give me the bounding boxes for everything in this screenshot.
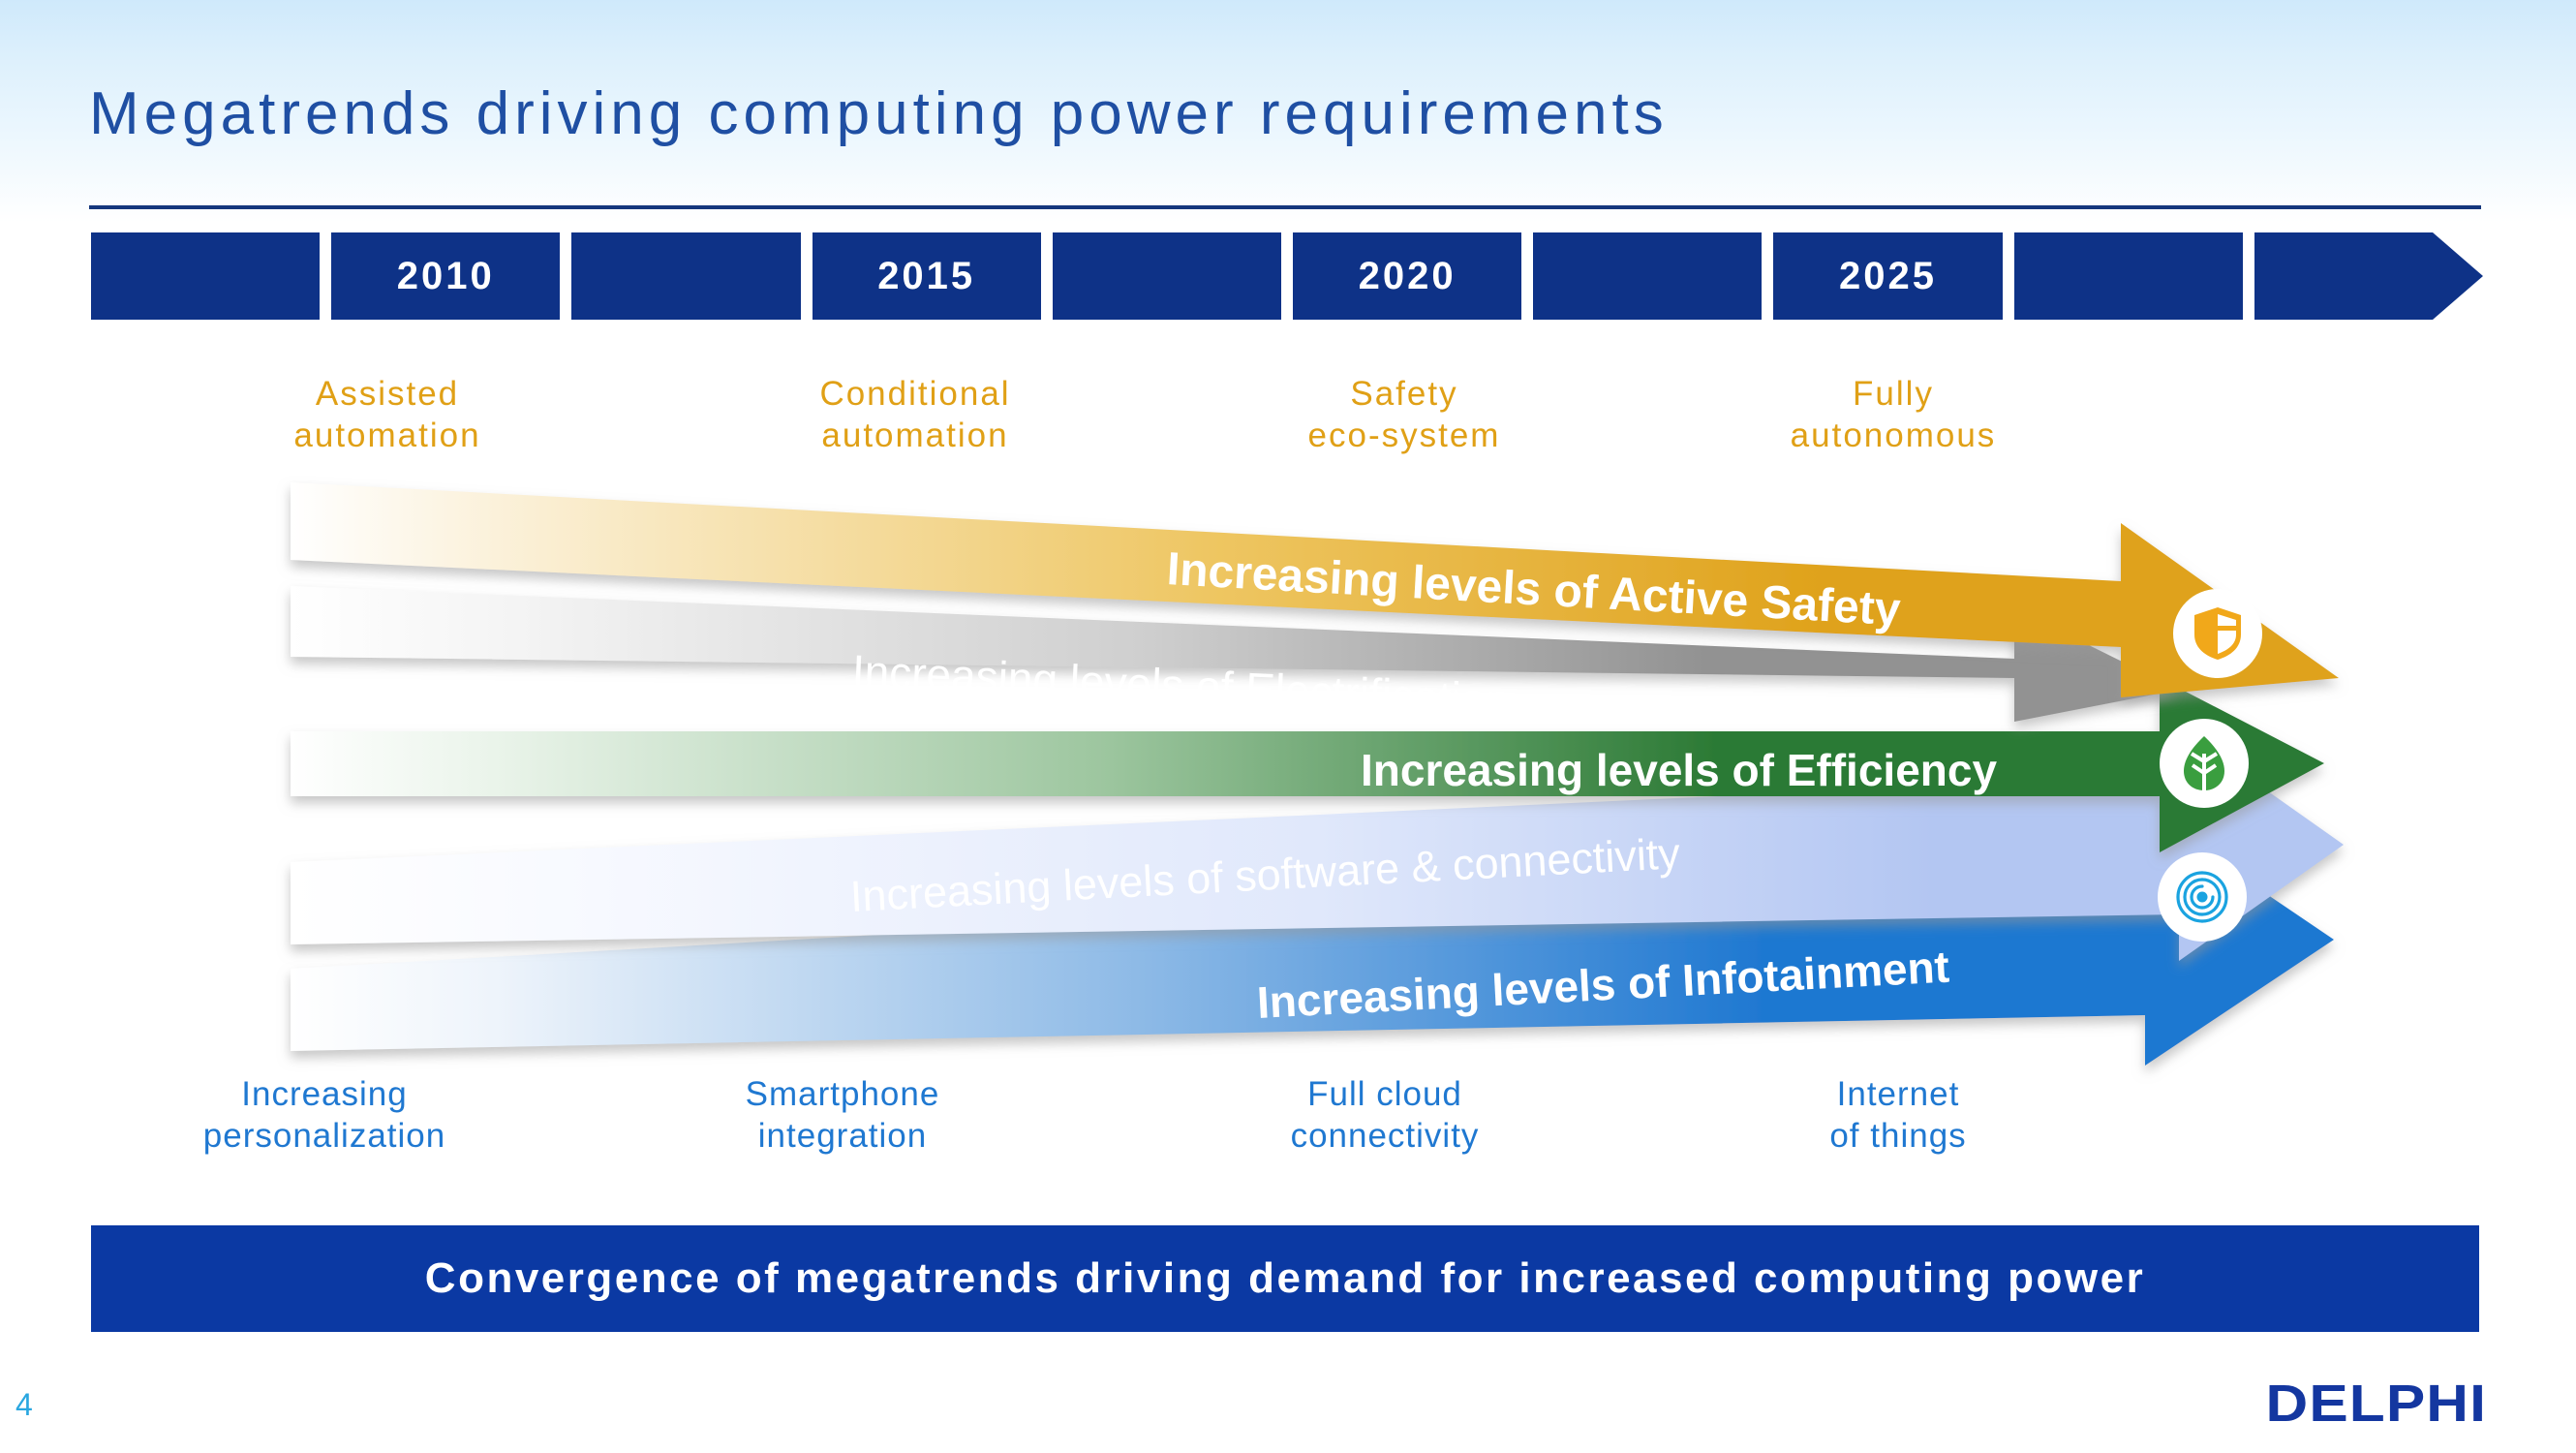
top-label-line2: automation bbox=[821, 417, 1009, 454]
band-software-connectivity bbox=[291, 728, 2344, 961]
band-label-electrification: Increasing levels of Electrification bbox=[850, 645, 1512, 726]
bottom-label-3: Internet of things bbox=[1738, 1073, 2058, 1157]
bottom-label-line1: Increasing bbox=[241, 1075, 408, 1113]
top-label-line1: Fully bbox=[1853, 375, 1934, 413]
timeline-segment-6 bbox=[1533, 232, 1763, 320]
bottom-label-line1: Smartphone bbox=[745, 1075, 940, 1113]
top-label-line2: autonomous bbox=[1790, 417, 1997, 454]
top-label-line1: Safety bbox=[1350, 375, 1458, 413]
summary-banner-text: Convergence of megatrends driving demand… bbox=[424, 1254, 2146, 1302]
timeline-year-label: 2010 bbox=[396, 254, 495, 297]
bottom-label-line1: Internet bbox=[1836, 1075, 1960, 1113]
leaf-icon-wrap bbox=[2160, 719, 2249, 808]
connectivity-icon bbox=[2158, 852, 2247, 942]
timeline-segment-7: 2025 bbox=[1773, 232, 2003, 320]
timeline-segment-2 bbox=[571, 232, 801, 320]
timeline-segment-3: 2015 bbox=[812, 232, 1041, 320]
summary-banner: Convergence of megatrends driving demand… bbox=[91, 1225, 2479, 1332]
timeline-year-label: 2020 bbox=[1358, 254, 1457, 297]
band-label-infotainment: Increasing levels of Infotainment bbox=[1255, 941, 1951, 1028]
slide-canvas: Megatrends driving computing power requi… bbox=[0, 0, 2576, 1453]
shield-icon bbox=[2173, 589, 2262, 678]
timeline-year-label: 2015 bbox=[877, 254, 976, 297]
bottom-label-1: Smartphone integration bbox=[683, 1073, 1002, 1157]
top-label-3: Fully autonomous bbox=[1733, 373, 2053, 456]
page-title: Megatrends driving computing power requi… bbox=[89, 80, 1669, 147]
timeline-segment-5: 2020 bbox=[1293, 232, 1522, 320]
page-number: 4 bbox=[15, 1387, 33, 1422]
top-label-line2: eco-system bbox=[1307, 417, 1501, 454]
bottom-label-line2: integration bbox=[757, 1117, 928, 1155]
timeline-year-label: 2025 bbox=[1838, 254, 1937, 297]
band-label-active-safety: Increasing levels of Active Safety bbox=[1165, 543, 1902, 636]
title-divider bbox=[89, 205, 2481, 209]
top-label-line2: automation bbox=[293, 417, 481, 454]
timeline-segment-9 bbox=[2254, 232, 2483, 320]
shield-glyph bbox=[2194, 607, 2241, 660]
bottom-label-line2: connectivity bbox=[1290, 1117, 1480, 1155]
top-label-1: Conditional automation bbox=[755, 373, 1075, 456]
shield-icon-wrap bbox=[2173, 589, 2262, 678]
top-label-2: Safety eco-system bbox=[1244, 373, 1564, 456]
timeline-segment-4 bbox=[1052, 232, 1281, 320]
bottom-label-line1: Full cloud bbox=[1307, 1075, 1462, 1113]
connectivity-glyph bbox=[2176, 871, 2228, 923]
band-label-efficiency: Increasing levels of Efficiency bbox=[1361, 745, 1998, 795]
leaf-icon bbox=[2160, 719, 2249, 808]
top-label-0: Assisted automation bbox=[228, 373, 547, 456]
timeline-segment-8 bbox=[2013, 232, 2243, 320]
bottom-label-line2: of things bbox=[1829, 1117, 1967, 1155]
top-label-line1: Assisted bbox=[315, 375, 460, 413]
band-label-software-connectivity: Increasing levels of software & connecti… bbox=[848, 828, 1682, 921]
timeline-segment-0 bbox=[91, 232, 321, 320]
bottom-label-line2: personalization bbox=[202, 1117, 446, 1155]
leaf-glyph bbox=[2184, 736, 2224, 790]
bottom-label-0: Increasing personalization bbox=[165, 1073, 484, 1157]
bottom-label-2: Full cloud connectivity bbox=[1225, 1073, 1545, 1157]
delphi-logo: DELPHI bbox=[2265, 1375, 2487, 1433]
timeline-segment-1: 2010 bbox=[331, 232, 561, 320]
timeline-bar: 2010 2015 2020 2025 bbox=[91, 232, 2483, 320]
connectivity-icon-wrap bbox=[2158, 852, 2247, 942]
timeline-arrow-head bbox=[2254, 232, 2483, 320]
top-label-line1: Conditional bbox=[819, 375, 1011, 413]
